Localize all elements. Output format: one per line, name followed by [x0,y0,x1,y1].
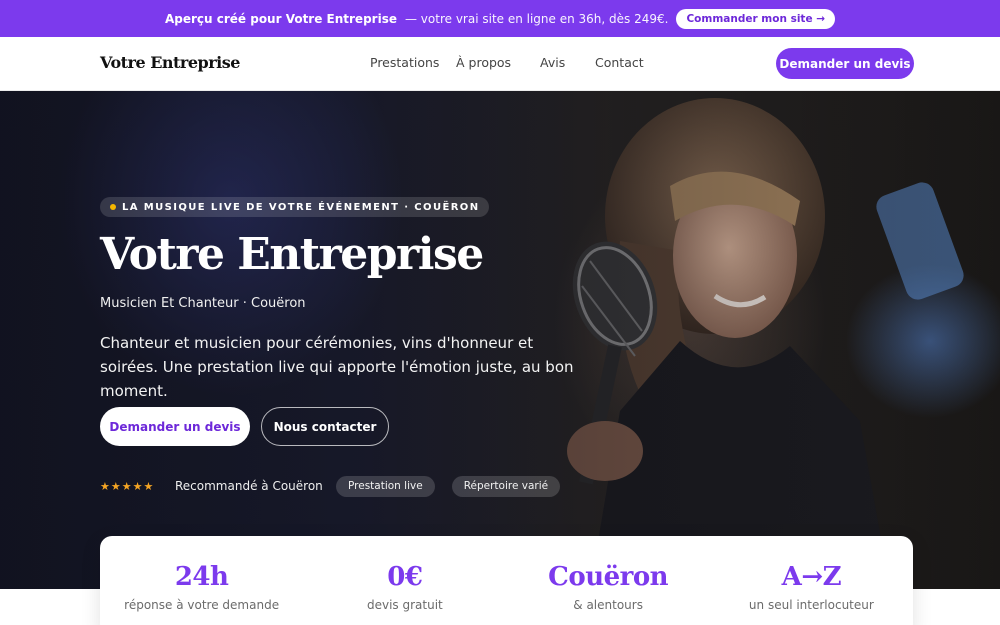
stat-label: & alentours [573,598,643,612]
chip-repertoire: Répertoire varié [451,475,561,497]
contact-us-button[interactable]: Nous contacter [261,407,389,446]
trust-label: Recommandé à Couëron [175,479,323,493]
stat-value: 0€ [387,562,423,592]
hero-section: LA MUSIQUE LIVE DE VOTRE ÉVÉNEMENT · COU… [0,91,1000,589]
stat-value: 24h [174,562,229,592]
stat-label: réponse à votre demande [124,598,280,612]
stats-card: 24h réponse à votre demande 0€ devis gra… [100,536,913,625]
hero-eyebrow-badge: LA MUSIQUE LIVE DE VOTRE ÉVÉNEMENT · COU… [100,197,490,217]
stat-label: devis gratuit [366,598,443,612]
eyebrow-text: LA MUSIQUE LIVE DE VOTRE ÉVÉNEMENT · COU… [122,201,480,213]
hero-description: Chanteur et musicien pour cérémonies, vi… [100,334,574,400]
nav-item-reviews[interactable]: Avis [540,55,575,70]
top-navigation: Votre Entreprise Prestations À propos Av… [0,37,1000,91]
nav-item-about[interactable]: À propos [456,55,540,70]
order-site-button[interactable]: Commander mon site → [676,8,836,29]
hero-subtitle: Musicien Et Chanteur · Couëron [100,296,306,311]
promo-highlight: Aperçu créé pour Votre Entreprise [164,11,397,26]
request-quote-button[interactable]: Demander un devis [100,407,250,446]
nav-menu: Prestations À propos Avis Contact [370,55,644,70]
nav-item-contact[interactable]: Contact [595,55,644,70]
stat-item: 0€ devis gratuit [303,536,506,625]
stat-item: A→Z un seul interlocuteur [710,536,913,625]
promo-banner: Aperçu créé pour Votre Entreprise — votr… [0,0,1000,37]
brand-logo[interactable]: Votre Entreprise [100,53,240,72]
stat-value: A→Z [781,562,842,592]
stat-label: un seul interlocuteur [748,598,874,612]
request-quote-nav-button[interactable]: Demander un devis [776,48,914,79]
hero-title: Votre Entreprise [100,229,484,280]
stat-item: 24h réponse à votre demande [100,536,303,625]
trust-row: ★★★★★ Recommandé à Couëron Prestation li… [100,475,577,497]
nav-item-prestations[interactable]: Prestations [370,55,456,70]
stat-value: Couëron [548,562,669,592]
chip-live-performance: Prestation live [336,475,435,497]
promo-text: — votre vrai site en ligne en 36h, dès 2… [404,11,669,26]
dot-icon [110,204,116,210]
stat-item: Couëron & alentours [507,536,710,625]
star-icon: ★★★★★ [100,479,155,493]
